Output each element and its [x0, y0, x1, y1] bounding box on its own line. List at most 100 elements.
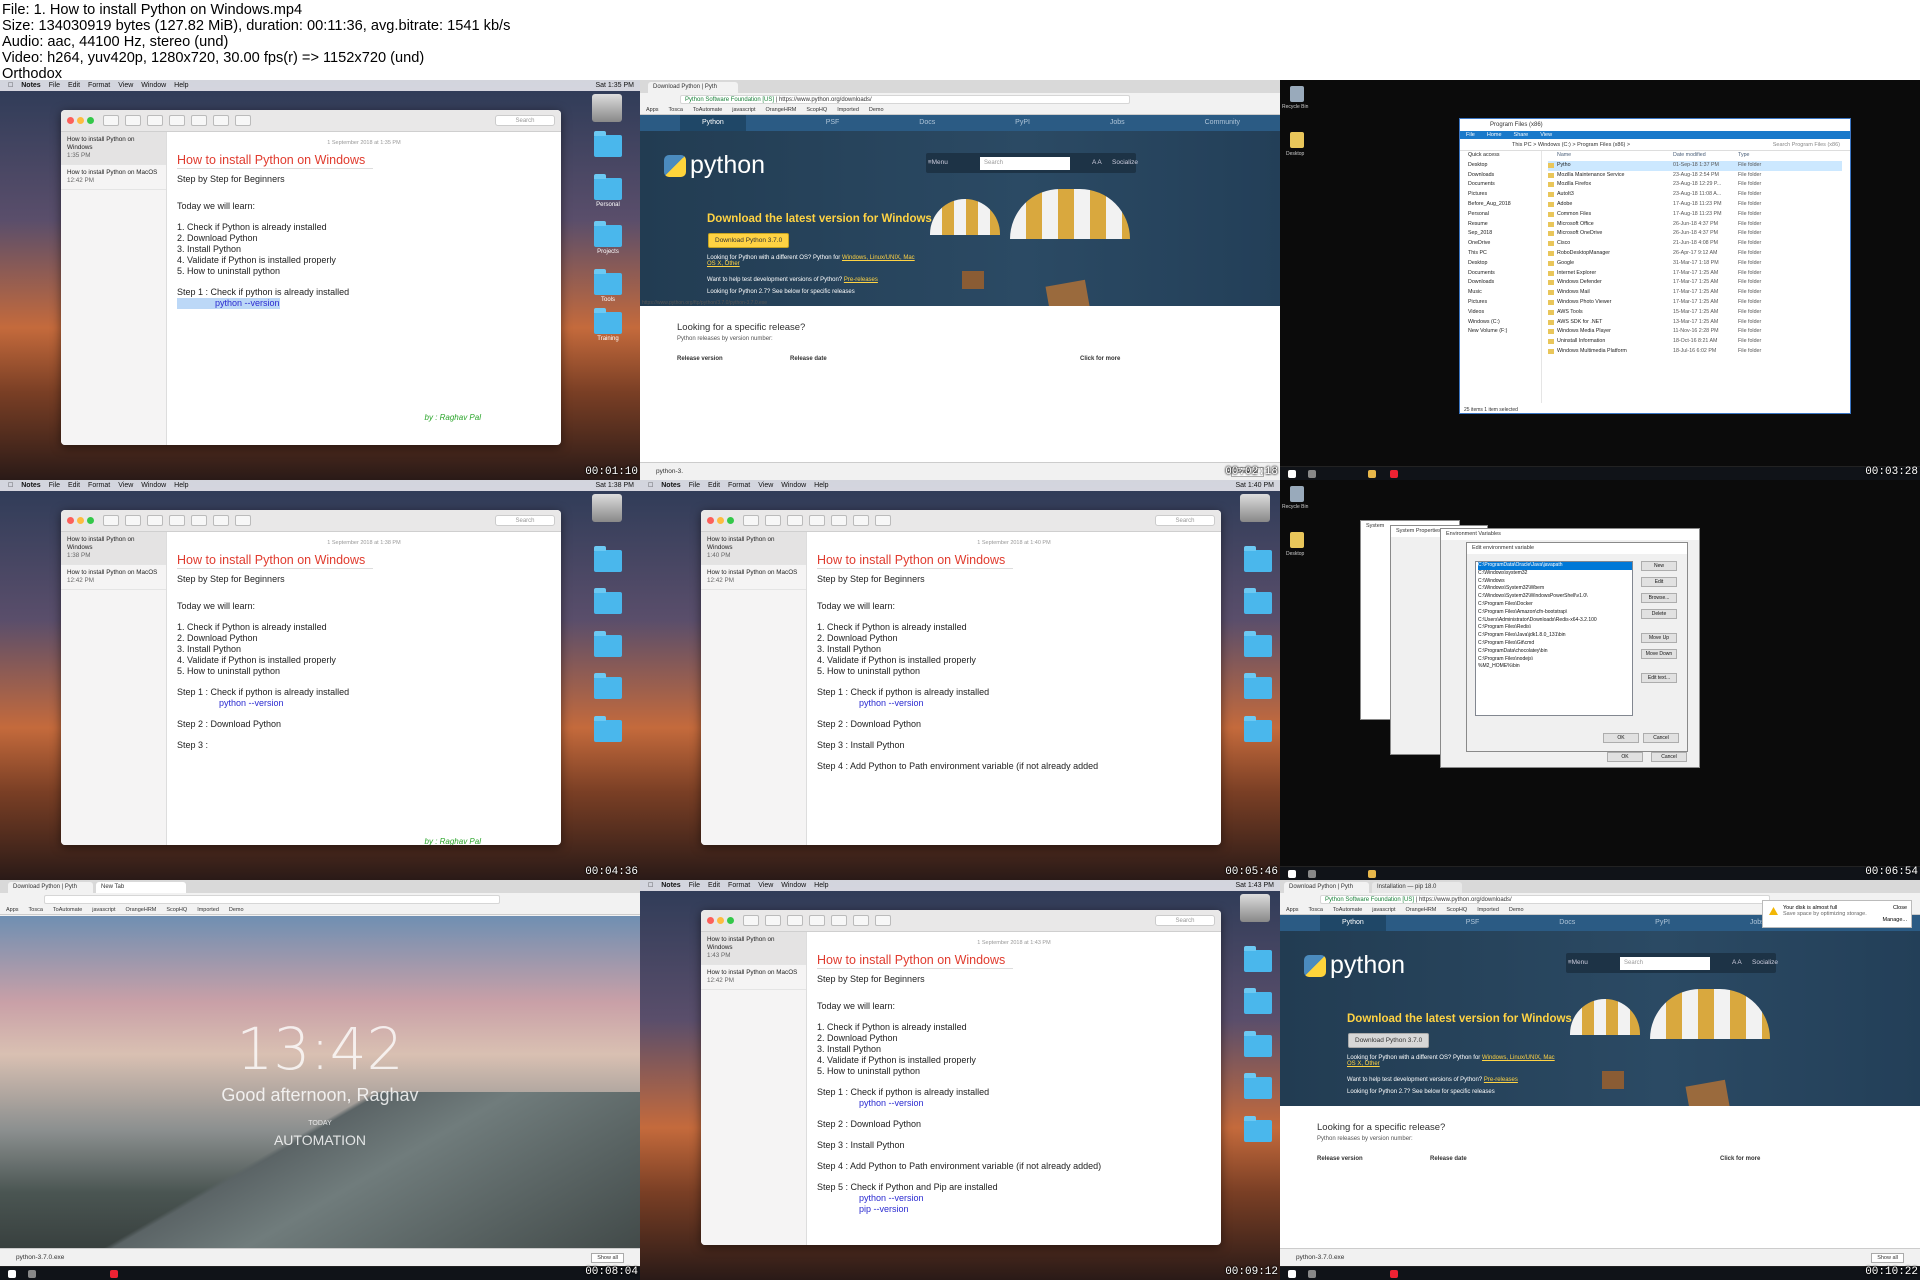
apple-icon[interactable]:  — [8, 480, 13, 491]
path-entry[interactable]: C:\Program Files\Java\jdk1.8.0_131\bin — [1478, 632, 1632, 640]
start-icon[interactable] — [8, 1270, 16, 1278]
nav-psf[interactable]: PSF — [826, 115, 840, 131]
folder-icon[interactable] — [594, 308, 622, 334]
folder-row[interactable]: RoboDesktopManager 26-Apr-17 9:12 AM File … — [1548, 249, 1842, 259]
minimize-button[interactable] — [717, 917, 724, 924]
menu-edit[interactable]: Edit — [68, 80, 80, 91]
note-editor[interactable]: 1 September 2018 at 1:40 PM How to insta… — [817, 538, 1211, 845]
folder-icon[interactable] — [594, 131, 622, 157]
path-entry[interactable]: %M2_HOME%\bin — [1478, 663, 1632, 671]
start-icon[interactable] — [1288, 1270, 1296, 1278]
folder-row[interactable]: Common Files 17-Aug-18 11:23 PM File folde… — [1548, 210, 1842, 220]
path-entry[interactable]: C:\Windows\System32\WindowsPowerShell\v1… — [1478, 593, 1632, 601]
nav-item[interactable]: Pictures — [1468, 190, 1541, 200]
folder-row[interactable]: Mozilla Firefox 23-Aug-18 12:29 P... File … — [1548, 180, 1842, 190]
search-icon[interactable] — [28, 1270, 36, 1278]
folder-icon[interactable] — [594, 221, 622, 247]
folder-icon[interactable] — [1244, 588, 1272, 614]
bookmark[interactable]: ScopHQ — [806, 105, 827, 114]
browser-tab[interactable]: Download Python | Pyth — [8, 882, 93, 893]
search-input[interactable]: Search — [980, 157, 1070, 170]
nav-item[interactable]: Sep_2018 — [1468, 229, 1541, 239]
notes-search[interactable]: Search — [1155, 515, 1215, 526]
zoom-button[interactable] — [727, 917, 734, 924]
path-entry[interactable]: C:\Windows\system32 — [1478, 570, 1632, 578]
folder-row[interactable]: Cisco 21-Jun-18 4:08 PM File folder — [1548, 239, 1842, 249]
folder-row[interactable]: AWS Tools 15-Mar-17 1:25 AM File folder — [1548, 308, 1842, 318]
browser-tab[interactable]: Download Python | Pyth — [1284, 882, 1369, 893]
folder-icon[interactable] — [594, 716, 622, 742]
folder-row[interactable]: Pytho 01-Sep-18 1:37 PM File folder — [1548, 160, 1842, 171]
folder-icon[interactable] — [1244, 631, 1272, 657]
folder-row[interactable]: Windows Media Player 11-Nov-16 2:28 PM Fil… — [1548, 327, 1842, 337]
folder-icon[interactable] — [1244, 946, 1272, 972]
start-icon[interactable] — [1288, 470, 1296, 478]
browser-tab[interactable]: Installation — pip 18.0 — [1372, 882, 1462, 893]
recycle-bin-icon[interactable] — [1290, 486, 1304, 502]
menu-file[interactable]: File — [49, 80, 60, 91]
nav-jobs[interactable]: Jobs — [1110, 115, 1125, 131]
notes-search[interactable]: Search — [495, 115, 555, 126]
nav-item[interactable]: OneDrive — [1468, 239, 1541, 249]
manage-button[interactable]: Manage... — [1883, 917, 1907, 923]
cancel-button[interactable]: Cancel — [1643, 733, 1679, 743]
download-python-button[interactable]: Download Python 3.7.0 — [708, 233, 790, 248]
ribbon-file[interactable]: File — [1466, 131, 1475, 139]
delete-button[interactable]: Delete — [1641, 609, 1677, 619]
browser-tab[interactable]: Download Python | Pyth — [648, 82, 738, 93]
ribbon-home[interactable]: Home — [1487, 131, 1502, 139]
hard-drive-icon[interactable] — [592, 94, 622, 122]
folder-icon[interactable] — [594, 673, 622, 699]
note-editor[interactable]: 1 September 2018 at 1:43 PM How to insta… — [817, 938, 1211, 1245]
explorer-search[interactable]: Search Program Files (x86) — [1773, 139, 1840, 151]
chrome-icon[interactable] — [110, 1270, 118, 1278]
bookmark[interactable]: javascript — [732, 105, 755, 114]
menubar-clock[interactable]: Sat 1:35 PM — [595, 80, 640, 91]
explorer-path[interactable]: This PC > Windows (C:) > Program Files (… — [1460, 139, 1850, 151]
path-entry[interactable]: C:\ProgramData\chocolatey\bin — [1478, 648, 1632, 656]
path-entry[interactable]: C:\ProgramData\Oracle\Java\javapath — [1478, 562, 1632, 570]
menu-window[interactable]: Window — [141, 80, 166, 91]
move-up-button[interactable]: Move Up — [1641, 633, 1677, 643]
toolbar-button[interactable] — [235, 115, 251, 126]
folder-row[interactable]: Mozilla Maintenance Service 23-Aug-18 2:5… — [1548, 171, 1842, 181]
browse-button[interactable]: Browse... — [1641, 593, 1677, 603]
nav-python[interactable]: Python — [679, 115, 746, 131]
hard-drive-icon[interactable] — [1240, 894, 1270, 922]
folder-row[interactable]: AutoIt3 23-Aug-18 11:08 A... File folder — [1548, 190, 1842, 200]
folder-row[interactable]: Windows Photo Viewer 17-Mar-17 1:25 AM Fil… — [1548, 298, 1842, 308]
folder-row[interactable]: Uninstall Information 18-Oct-16 8:21 AM Fi… — [1548, 337, 1842, 347]
nav-item[interactable]: New Volume (F:) — [1468, 327, 1541, 337]
folder-icon[interactable] — [594, 631, 622, 657]
folder-icon[interactable] — [1290, 532, 1304, 548]
url-field[interactable] — [44, 895, 500, 904]
toolbar-button[interactable] — [147, 115, 163, 126]
nav-item[interactable]: This PC — [1468, 249, 1541, 259]
minimize-button[interactable] — [77, 117, 84, 124]
search-icon[interactable] — [1308, 470, 1316, 478]
nav-item[interactable]: Documents — [1468, 180, 1541, 190]
path-entry[interactable]: C:\Program Files\Redis\ — [1478, 624, 1632, 632]
folder-row[interactable]: Google 31-Mar-17 1:18 PM File folder — [1548, 259, 1842, 269]
hard-drive-icon[interactable] — [1240, 494, 1270, 522]
folder-row[interactable]: Microsoft OneDrive 26-Jun-18 4:37 PM File … — [1548, 229, 1842, 239]
folder-icon[interactable] — [594, 588, 622, 614]
note-item[interactable]: How to install Python on Windows 1:43 PM — [701, 932, 806, 965]
note-item[interactable]: How to install Python on Windows 1:35 PM — [61, 132, 166, 165]
download-item[interactable]: python-3.7.0.exe — [16, 1254, 64, 1261]
toolbar-button[interactable] — [191, 115, 207, 126]
nav-item[interactable]: Quick access — [1468, 151, 1541, 161]
folder-icon[interactable] — [594, 546, 622, 572]
nav-item[interactable]: Resume — [1468, 220, 1541, 230]
apple-icon[interactable]:  — [648, 480, 653, 491]
new-button[interactable]: New — [1641, 561, 1677, 571]
bookmark[interactable]: Tosca — [669, 105, 683, 114]
folder-icon[interactable] — [1244, 988, 1272, 1014]
new-tab[interactable]: New Tab — [96, 882, 186, 893]
folder-icon[interactable] — [1244, 673, 1272, 699]
nav-item[interactable]: Videos — [1468, 308, 1541, 318]
chrome-icon[interactable] — [1390, 470, 1398, 478]
close-button[interactable] — [707, 517, 714, 524]
toolbar-button[interactable] — [169, 115, 185, 126]
path-entries-list[interactable]: C:\ProgramData\Oracle\Java\javapath C:\Wi… — [1475, 561, 1633, 716]
